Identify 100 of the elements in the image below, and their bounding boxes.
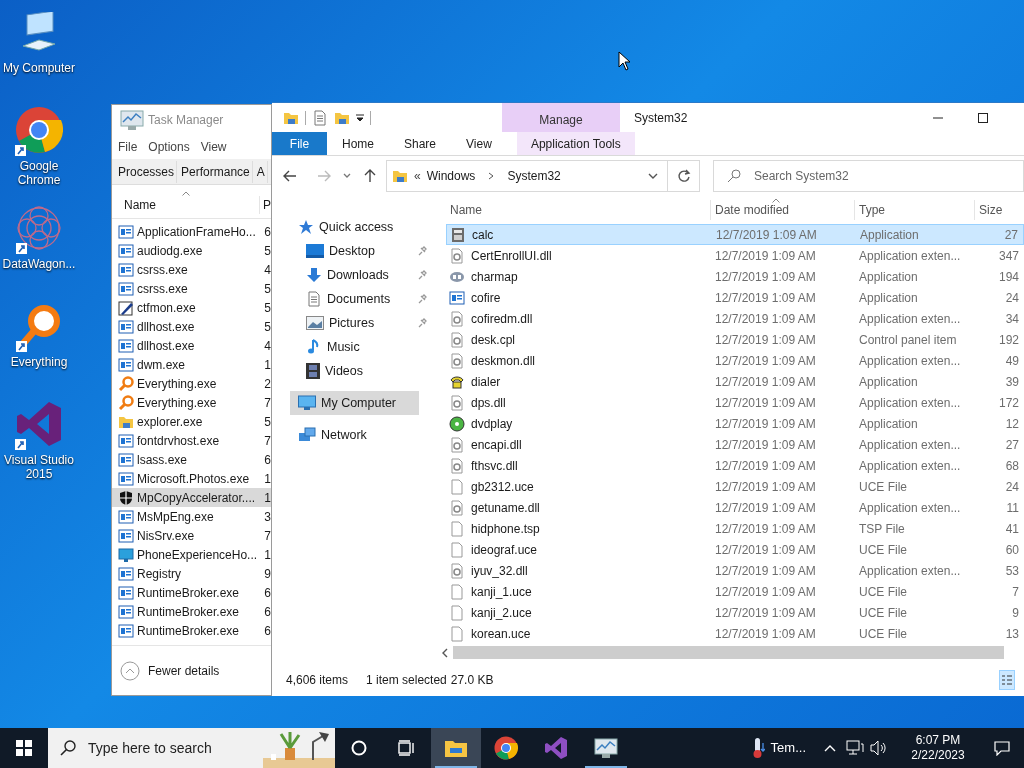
window-icon xyxy=(118,223,134,240)
desktop-shortcut[interactable]: My Computer xyxy=(0,6,78,98)
overflow-indicator[interactable]: « xyxy=(414,167,421,185)
process-row[interactable]: MpCopyAccelerator.... 1 xyxy=(112,488,271,507)
column-header[interactable]: Type xyxy=(854,200,974,220)
monitor-chart-icon xyxy=(594,737,618,759)
desktop-shortcut[interactable]: Visual Studio 2015 xyxy=(0,398,78,490)
navigation-item[interactable]: Downloads xyxy=(272,263,437,287)
search-field[interactable]: Search System32 xyxy=(713,160,1024,192)
navigation-item[interactable]: Videos xyxy=(272,359,437,383)
refresh-icon xyxy=(676,169,691,183)
size-cell-text: 53 xyxy=(1005,562,1019,580)
table-cell-text: 6 xyxy=(263,451,271,469)
type-cell-text: Application exten... xyxy=(858,310,962,328)
tab[interactable]: A xyxy=(254,160,268,183)
back-arrow-icon xyxy=(282,168,298,184)
date-cell-text: 12/7/2019 1:09 AM xyxy=(714,499,817,517)
refresh-button[interactable] xyxy=(668,160,700,192)
file-menu-button[interactable]: File xyxy=(272,132,327,155)
horizontal-scrollbar[interactable] xyxy=(453,646,1004,659)
folder-icon xyxy=(444,738,468,758)
navigation-item[interactable]: Network xyxy=(272,423,437,447)
column-header[interactable]: P xyxy=(260,196,271,214)
tab[interactable]: Processes xyxy=(116,160,178,183)
menu-item[interactable]: Options xyxy=(148,138,190,156)
column-header[interactable]: Date modified xyxy=(710,200,854,220)
file-icon xyxy=(449,520,465,537)
size-cell-text: 7 xyxy=(1012,583,1019,601)
maximize-icon xyxy=(977,112,988,123)
table-cell-text: 5 xyxy=(263,242,271,260)
process-name: RuntimeBroker.exe xyxy=(137,622,240,640)
fewer-details-button[interactable]: Fewer details xyxy=(148,661,220,680)
selection-info: 1 item selected xyxy=(366,672,447,689)
date-cell-text: 12/7/2019 1:09 AM xyxy=(714,415,817,433)
visual-studio-icon xyxy=(15,400,63,448)
type-cell-text: TSP File xyxy=(858,520,906,538)
column-header[interactable]: Name xyxy=(112,196,260,214)
date-label: 2/22/2023 xyxy=(911,748,965,763)
window-icon xyxy=(118,622,134,639)
navigation-label: Quick access xyxy=(319,218,394,236)
date-cell-text: 12/7/2019 1:09 AM xyxy=(714,541,817,559)
navigation-item[interactable]: Documents xyxy=(272,287,437,311)
column-header[interactable]: Name xyxy=(446,200,710,220)
menu-item[interactable]: File xyxy=(118,138,138,156)
navigation-item[interactable]: Music xyxy=(272,335,437,359)
column-header[interactable]: Size xyxy=(974,200,1024,220)
process-name: ctfmon.exe xyxy=(137,299,196,317)
date-cell-text: 12/7/2019 1:09 AM xyxy=(714,478,817,496)
windows-logo-icon xyxy=(16,740,32,756)
scroll-left-icon xyxy=(440,647,450,658)
file-name: charmap xyxy=(471,268,518,286)
desktop-shortcut[interactable]: DataWagon... xyxy=(0,202,78,294)
ribbon-tab[interactable]: View xyxy=(451,132,507,155)
navigation-label: Music xyxy=(327,338,360,356)
ribbon-tab[interactable]: Share xyxy=(389,132,452,155)
date-cell-text: 12/7/2019 1:09 AM xyxy=(714,436,817,454)
weather-label[interactable]: Tem... xyxy=(770,738,806,758)
table-cell-text: 5 xyxy=(263,299,271,317)
desktop-shortcut[interactable]: Everything xyxy=(0,300,78,392)
date-cell-text: 12/7/2019 1:09 AM xyxy=(714,310,817,328)
table-cell-text: 5 xyxy=(263,318,271,336)
file-name: cofire xyxy=(471,289,501,307)
type-cell-text: Application exten... xyxy=(858,562,962,580)
navigation-item[interactable]: My Computer xyxy=(290,391,419,415)
menu-item[interactable]: View xyxy=(200,138,227,156)
desktop-shortcut[interactable]: Google Chrome xyxy=(0,104,78,196)
process-name: PhoneExperienceHo... xyxy=(137,546,258,564)
file-icon xyxy=(449,604,465,621)
table-cell-text: 1 xyxy=(263,489,271,507)
type-cell-text: Application exten... xyxy=(858,394,962,412)
table-cell-text: 4 xyxy=(263,261,271,279)
taskbar-app-button[interactable] xyxy=(431,728,481,768)
navigation-item[interactable]: Desktop xyxy=(272,239,437,263)
document-icon xyxy=(312,109,328,126)
gear-file-icon xyxy=(449,247,465,264)
details-view-button[interactable] xyxy=(999,670,1015,690)
size-cell-text: 12 xyxy=(1005,415,1019,433)
download-icon xyxy=(306,267,322,283)
sort-caret-icon xyxy=(772,198,780,203)
clock[interactable]: 6:07 PM 2/22/2023 xyxy=(900,733,976,763)
tab[interactable]: Performance xyxy=(179,160,253,183)
file-name: korean.uce xyxy=(471,625,531,643)
gear-file-icon xyxy=(449,436,465,453)
date-cell-text: 12/7/2019 1:09 AM xyxy=(714,583,817,601)
process-name: NisSrv.exe xyxy=(137,527,195,545)
navigation-item[interactable]: Quick access xyxy=(272,215,437,239)
taskbar-search-field[interactable]: Type here to search xyxy=(48,728,335,768)
file-row[interactable]: calc 12/7/2019 1:09 AM Application 27 xyxy=(446,224,1024,245)
navigation-item[interactable]: Pictures xyxy=(272,311,437,335)
monitor-chart-icon xyxy=(120,109,144,131)
type-cell-text: Application exten... xyxy=(858,499,962,517)
address-bar[interactable]: « Windows System32 xyxy=(386,160,668,192)
shield-icon xyxy=(118,489,134,506)
breadcrumb[interactable]: Windows xyxy=(426,167,476,185)
date-cell-text: 12/7/2019 1:09 AM xyxy=(714,352,817,370)
shortcut-label: Visual Studio 2015 xyxy=(3,453,75,481)
breadcrumb[interactable]: System32 xyxy=(507,167,561,185)
ribbon-tab[interactable]: Home xyxy=(327,132,389,155)
gear-file-icon xyxy=(449,394,465,411)
type-cell-text: Application xyxy=(859,226,920,244)
